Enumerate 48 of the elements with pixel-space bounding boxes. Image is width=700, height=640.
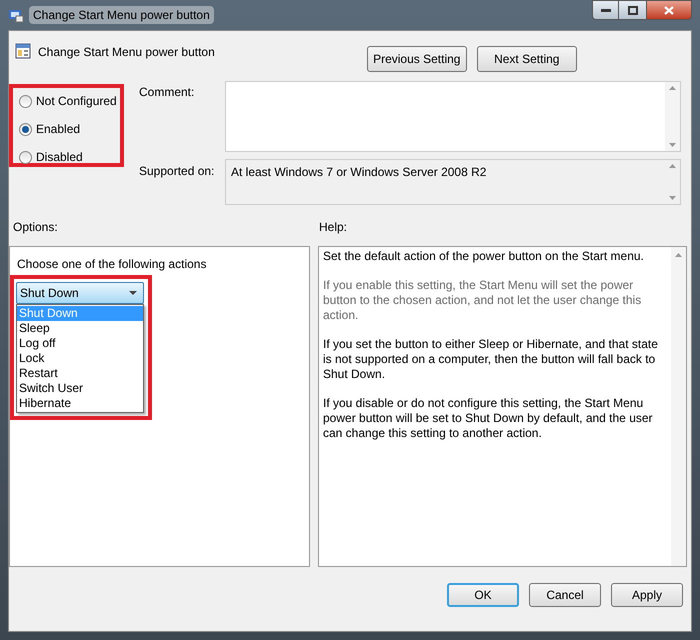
nav-button[interactable]: Next Setting [476, 46, 577, 72]
help-paragraph: If you disable or do not configure this setting, the Start Menu power button will be set to Shut Down by default, and the user can change this setting to another action. [323, 396, 654, 441]
supported-on-label: Supported on: [139, 163, 214, 180]
minimize-button[interactable] [592, 0, 619, 20]
scroll-up-icon [675, 253, 682, 257]
radio-button[interactable] [19, 122, 32, 136]
dropdown-option[interactable]: Sleep [17, 321, 143, 336]
action-dropdown[interactable]: Shut Down [16, 282, 144, 304]
scroll-down-icon [669, 196, 676, 200]
close-icon [664, 6, 674, 14]
help-label: Help: [319, 219, 348, 236]
setting-title: Change Start Menu power button [38, 44, 215, 61]
help-paragraph: If you set the button to either Sleep or Hibernate, and that state is not supported on a computer, then the button will fall back to Shut Down. [323, 337, 659, 382]
nav-button[interactable]: Previous Setting [366, 46, 467, 72]
radio-label[interactable]: Disabled [36, 148, 83, 166]
scrollbar[interactable] [665, 82, 680, 151]
dialog-button[interactable]: Apply [611, 583, 683, 607]
help-paragraph: Set the default action of the power button on the Start menu. [323, 249, 645, 264]
caret-icon [129, 291, 137, 295]
radio-label[interactable]: Not Configured [36, 92, 117, 110]
scroll-down-icon [669, 143, 676, 147]
maximize-button[interactable] [619, 0, 646, 20]
dropdown-option[interactable]: Log off [17, 336, 143, 351]
help-paragraph: If you enable this setting, the Start Menu will set the power button to the chosen action, and not let the user change this action. [323, 278, 642, 323]
dropdown-option[interactable]: Lock [17, 351, 143, 366]
scroll-up-icon [669, 164, 676, 168]
radio-label[interactable]: Enabled [36, 120, 80, 138]
minimize-icon [600, 8, 610, 12]
comment-field[interactable] [225, 81, 681, 152]
maximize-icon [628, 6, 638, 14]
policy-icon [15, 43, 31, 59]
comment-label: Comment: [139, 84, 194, 101]
dropdown-option[interactable]: Switch User [17, 381, 143, 396]
dialog-button[interactable]: Cancel [529, 583, 601, 607]
scrollbar[interactable] [671, 247, 686, 566]
dropdown-option[interactable]: Restart [17, 366, 143, 381]
window-title: Change Start Menu power button [29, 6, 214, 24]
dialog-button[interactable]: OK [447, 583, 519, 607]
options-prompt: Choose one of the following actions [16, 256, 206, 273]
options-label: Options: [12, 219, 59, 236]
scroll-up-icon [669, 86, 676, 90]
supported-on-text: At least Windows 7 or Windows Server 2008 R2 [230, 164, 486, 181]
dropdown-value: Shut Down [20, 285, 79, 302]
radio-button[interactable] [19, 94, 32, 108]
dropdown-option[interactable]: Hibernate [17, 396, 143, 411]
app-icon [8, 7, 24, 23]
close-button[interactable] [646, 0, 692, 20]
radio-button[interactable] [19, 150, 32, 164]
